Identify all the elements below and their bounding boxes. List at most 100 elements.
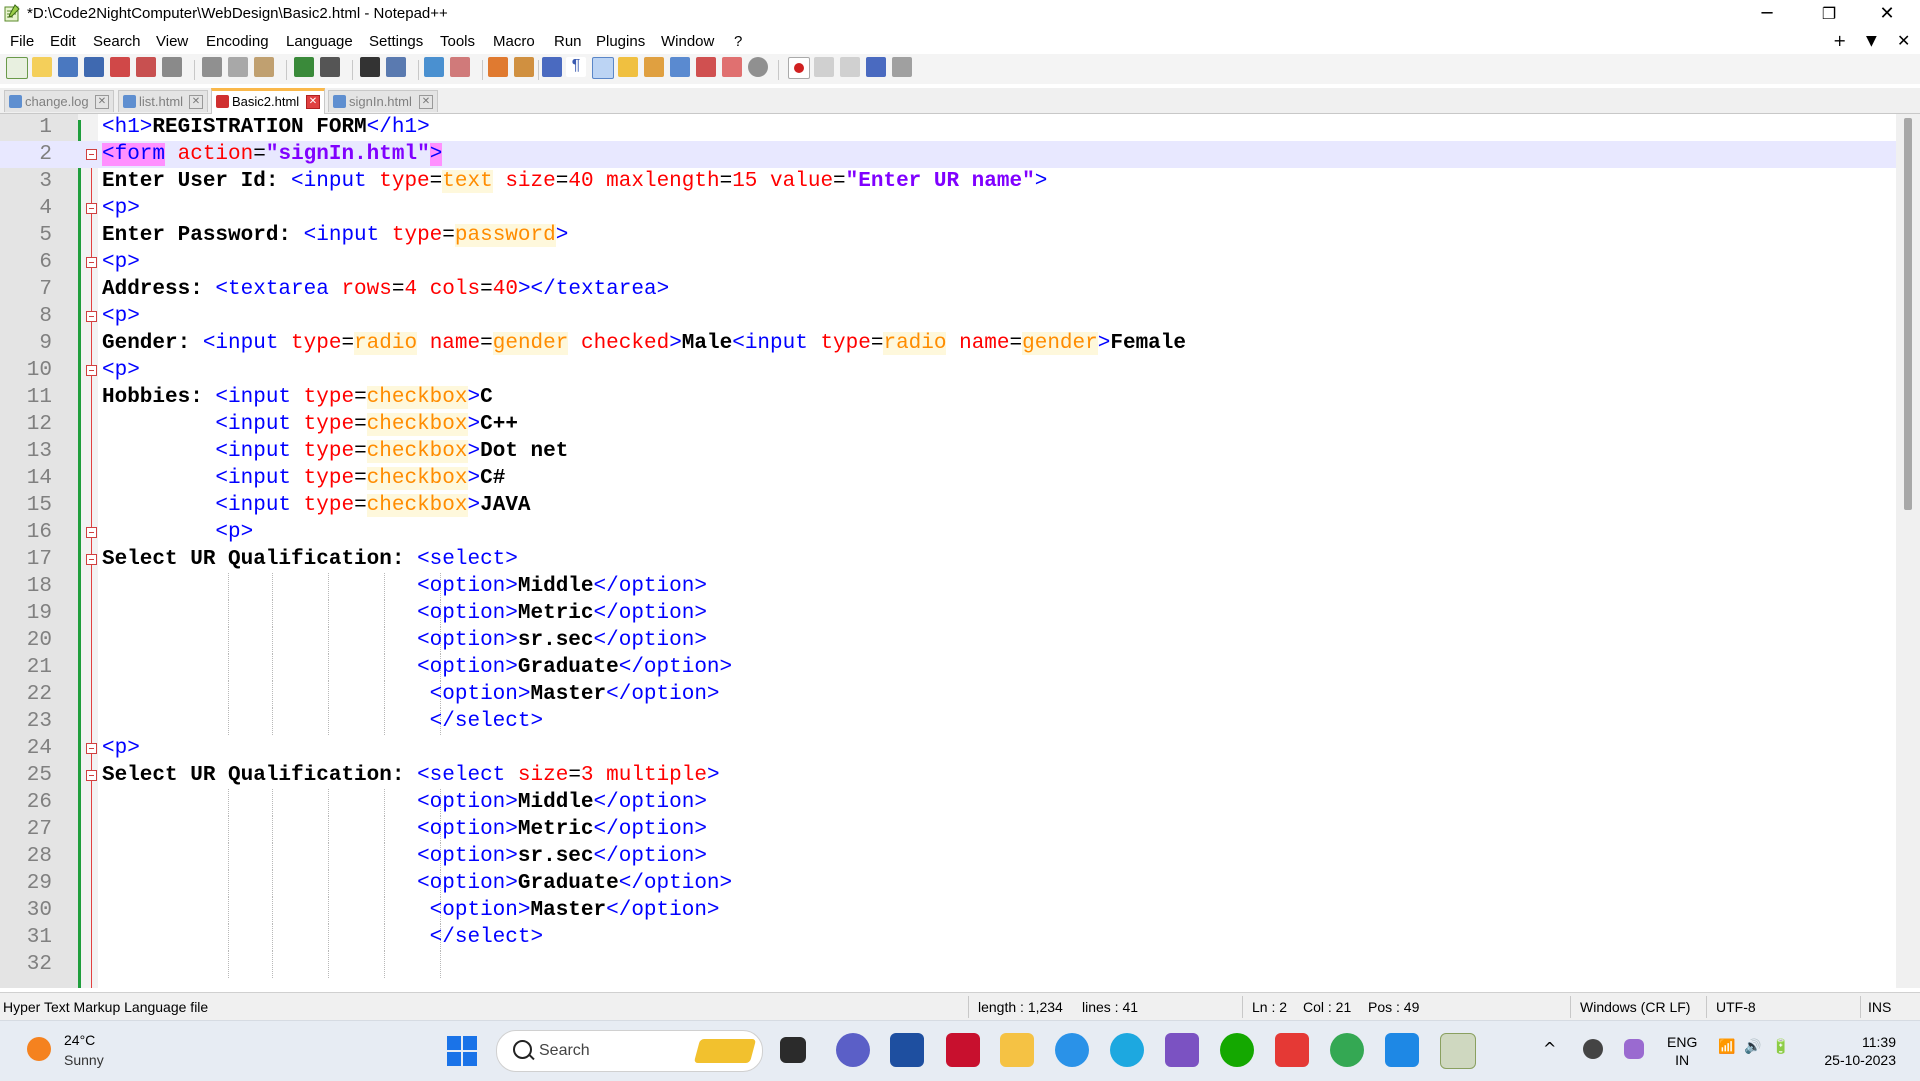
tab-list-html[interactable]: list.html ✕ <box>118 90 208 112</box>
code-line[interactable]: 4 <p> <box>0 195 1896 222</box>
code-line[interactable]: 27 <option>Metric</option> <box>0 816 1896 843</box>
code-line[interactable]: 17 Select UR Qualification: <select> <box>0 546 1896 573</box>
vertical-scrollbar[interactable] <box>1896 114 1920 988</box>
clock[interactable]: 11:39 25-10-2023 <box>1818 1033 1896 1069</box>
code-line[interactable]: 13 <input type=checkbox>Dot net <box>0 438 1896 465</box>
replace-icon[interactable] <box>386 57 406 77</box>
start-button[interactable] <box>447 1036 477 1066</box>
menu-run[interactable]: Run <box>554 33 582 50</box>
weather-temperature[interactable]: 24°C <box>64 1032 95 1048</box>
save-icon[interactable] <box>58 57 78 77</box>
fold-toggle-icon[interactable] <box>86 311 97 322</box>
menu-encoding[interactable]: Encoding <box>206 33 269 50</box>
menu-help[interactable]: ? <box>734 33 742 50</box>
zoom-in-icon[interactable] <box>424 57 444 77</box>
menu-file[interactable]: File <box>10 33 34 50</box>
menu-language[interactable]: Language <box>286 33 353 50</box>
redo-icon[interactable] <box>320 57 340 77</box>
menu-edit[interactable]: Edit <box>50 33 76 50</box>
menu-macro[interactable]: Macro <box>493 33 535 50</box>
udl-icon[interactable] <box>618 57 638 77</box>
anydesk-icon[interactable] <box>1275 1033 1309 1067</box>
close-window-button[interactable]: ✕ <box>1864 0 1910 28</box>
sun-icon[interactable] <box>27 1037 51 1061</box>
code-line[interactable]: 3 Enter User Id: <input type=text size=40… <box>0 168 1896 195</box>
volume-icon[interactable]: 🔊 <box>1744 1039 1761 1055</box>
fold-toggle-icon[interactable] <box>86 527 97 538</box>
teams-chat-icon[interactable] <box>836 1033 870 1067</box>
upwork-icon[interactable] <box>1220 1033 1254 1067</box>
tab-close-icon[interactable]: ✕ <box>95 95 109 109</box>
get-help-icon[interactable] <box>1055 1033 1089 1067</box>
cut-icon[interactable] <box>202 57 222 77</box>
battery-icon[interactable]: 🔋 <box>1772 1039 1789 1055</box>
minimize-button[interactable]: ─ <box>1744 0 1790 28</box>
tab-change-log[interactable]: change.log ✕ <box>4 90 114 112</box>
code-line[interactable]: 22 <option>Master</option> <box>0 681 1896 708</box>
insert-mode-label[interactable]: INS <box>1868 999 1891 1015</box>
doc-map-icon[interactable] <box>644 57 664 77</box>
code-line[interactable]: 14 <input type=checkbox>C# <box>0 465 1896 492</box>
fold-toggle-icon[interactable] <box>86 770 97 781</box>
fold-toggle-icon[interactable] <box>86 149 97 160</box>
pen-menu-icon[interactable] <box>1624 1039 1644 1059</box>
code-line[interactable]: 19 <option>Metric</option> <box>0 600 1896 627</box>
new-file-icon[interactable] <box>6 57 28 79</box>
print-icon[interactable] <box>162 57 182 77</box>
code-line[interactable]: 6 <p> <box>0 249 1896 276</box>
menu-search[interactable]: Search <box>93 33 141 50</box>
edge-browser-icon[interactable] <box>1110 1033 1144 1067</box>
close-all-icon[interactable] <box>136 57 156 77</box>
menu-tools[interactable]: Tools <box>440 33 475 50</box>
restore-button[interactable]: ❐ <box>1806 0 1852 28</box>
tab-close-icon[interactable]: ✕ <box>306 95 320 109</box>
taskbar-search-box[interactable]: Search <box>496 1030 763 1072</box>
code-line[interactable]: 24 <p> <box>0 735 1896 762</box>
new-tab-icon[interactable]: + <box>1833 31 1846 50</box>
code-line[interactable]: 29 <option>Graduate</option> <box>0 870 1896 897</box>
code-line[interactable]: 32 <box>0 951 1896 978</box>
tab-basic2-html[interactable]: Basic2.html ✕ <box>211 88 325 115</box>
onedrive-icon[interactable] <box>1583 1039 1603 1059</box>
save-macro-icon[interactable] <box>892 57 912 77</box>
paste-icon[interactable] <box>254 57 274 77</box>
code-line[interactable]: 12 <input type=checkbox>C++ <box>0 411 1896 438</box>
word-wrap-icon[interactable] <box>542 57 562 77</box>
code-line[interactable]: 31 </select> <box>0 924 1896 951</box>
run-macro-multiple-icon[interactable] <box>866 57 886 77</box>
tab-close-icon[interactable]: ✕ <box>419 95 433 109</box>
indent-guide-icon[interactable] <box>592 57 614 79</box>
scrollbar-thumb[interactable] <box>1904 118 1912 510</box>
eol-format-label[interactable]: Windows (CR LF) <box>1580 999 1690 1015</box>
fold-toggle-icon[interactable] <box>86 257 97 268</box>
stop-macro-icon[interactable] <box>814 57 834 77</box>
find-icon[interactable] <box>360 57 380 77</box>
task-view-icon[interactable] <box>780 1037 806 1063</box>
weather-condition[interactable]: Sunny <box>64 1052 104 1068</box>
menu-view[interactable]: View <box>156 33 188 50</box>
code-line[interactable]: 10 <p> <box>0 357 1896 384</box>
copy-icon[interactable] <box>228 57 248 77</box>
doc-switcher-icon[interactable] <box>722 57 742 77</box>
folder-as-workspace-icon[interactable] <box>696 57 716 77</box>
tab-signin-html[interactable]: signIn.html ✕ <box>328 90 438 112</box>
file-explorer-icon[interactable] <box>1000 1033 1034 1067</box>
code-line[interactable]: 16 <p> <box>0 519 1896 546</box>
close-icon[interactable] <box>110 57 130 77</box>
show-all-chars-icon[interactable]: ¶ <box>566 57 586 77</box>
microsoft-store-icon[interactable] <box>890 1033 924 1067</box>
record-macro-icon[interactable] <box>788 57 810 79</box>
wifi-icon[interactable]: 📶 <box>1718 1039 1735 1055</box>
tab-list-icon[interactable]: ▼ <box>1866 33 1877 49</box>
fold-toggle-icon[interactable] <box>86 203 97 214</box>
function-list-icon[interactable] <box>670 57 690 77</box>
menu-plugins[interactable]: Plugins <box>596 33 645 50</box>
encoding-label[interactable]: UTF-8 <box>1716 999 1756 1015</box>
code-line[interactable]: 5 Enter Password: <input type=password> <box>0 222 1896 249</box>
code-line[interactable]: 23 </select> <box>0 708 1896 735</box>
code-line[interactable]: 26 <option>Middle</option> <box>0 789 1896 816</box>
sync-vertical-icon[interactable] <box>488 57 508 77</box>
visual-studio-icon[interactable] <box>1165 1033 1199 1067</box>
code-line[interactable]: 21 <option>Graduate</option> <box>0 654 1896 681</box>
code-editor[interactable]: 1 <h1>REGISTRATION FORM</h1> 2 <form action… <box>0 114 1920 988</box>
